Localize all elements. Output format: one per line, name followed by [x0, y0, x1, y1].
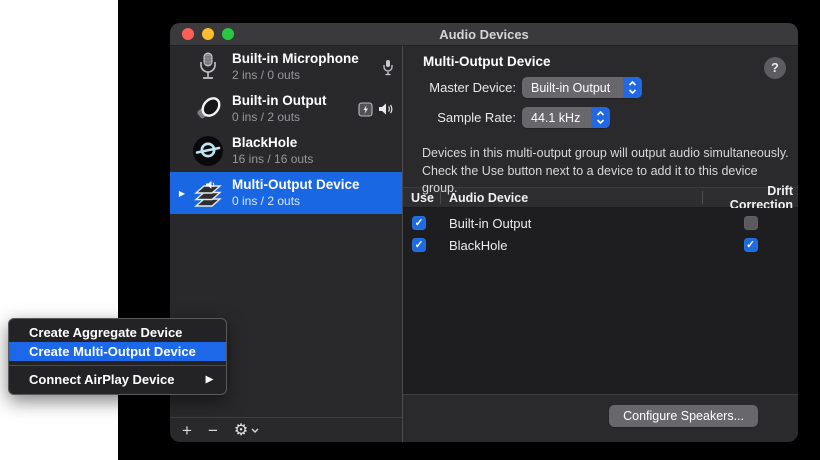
device-detail: 0 ins / 2 outs: [232, 194, 360, 209]
device-detail: 16 ins / 16 outs: [232, 152, 313, 167]
device-detail: 2 ins / 0 outs: [232, 68, 359, 83]
multi-output-icon: [188, 174, 228, 212]
remove-device-button[interactable]: −: [208, 422, 218, 439]
close-button[interactable]: [182, 28, 194, 40]
menu-separator: [9, 365, 226, 366]
device-name: Built-in Microphone: [232, 51, 359, 68]
sidebar-toolbar: + − ⚙: [170, 417, 402, 442]
create-device-context-menu: Create Aggregate Device Create Multi-Out…: [8, 318, 227, 395]
panel-title: Multi-Output Device: [423, 54, 551, 69]
sample-rate-label: Sample Rate:: [403, 110, 516, 125]
gear-icon: ⚙: [234, 420, 248, 440]
alert-output-badge-icon: [358, 102, 373, 117]
device-detail-panel: Multi-Output Device ? Master Device: Bui…: [403, 46, 798, 442]
device-controls: Multi-Output Device ? Master Device: Bui…: [403, 46, 798, 187]
disclosure-triangle-icon[interactable]: ▶: [176, 189, 188, 198]
default-output-badge-icon: [378, 102, 394, 116]
default-input-badge-icon: [382, 59, 394, 76]
speaker-icon: [188, 90, 228, 128]
window-title: Audio Devices: [439, 27, 529, 42]
blackhole-icon: [188, 132, 228, 170]
minimize-button[interactable]: [202, 28, 214, 40]
actions-menu-button[interactable]: ⚙: [234, 420, 259, 440]
master-device-value: Built-in Output: [522, 77, 623, 98]
sample-rate-popup[interactable]: 44.1 kHz: [522, 107, 610, 128]
microphone-icon: [188, 48, 228, 86]
use-checkbox[interactable]: [412, 216, 426, 230]
panel-footer: Configure Speakers...: [403, 394, 798, 442]
menu-item-connect-airplay-device[interactable]: Connect AirPlay Device ▶: [9, 370, 226, 389]
device-row-multi-output[interactable]: ▶ Multi-Output Devic: [170, 172, 402, 214]
device-row-blackhole[interactable]: BlackHole 16 ins / 16 outs: [170, 130, 402, 172]
add-device-button[interactable]: +: [182, 422, 192, 439]
popup-stepper-icon: [623, 77, 642, 98]
configure-speakers-button[interactable]: Configure Speakers...: [609, 405, 758, 427]
device-table: Built-in Output BlackHole: [403, 208, 798, 394]
device-name: Built-in Output: [232, 93, 326, 110]
group-description: Devices in this multi-output group will …: [422, 145, 790, 198]
zoom-button[interactable]: [222, 28, 234, 40]
submenu-arrow-icon: ▶: [206, 374, 213, 385]
menu-item-create-aggregate-device[interactable]: Create Aggregate Device: [9, 323, 226, 342]
device-row-built-in-microphone[interactable]: Built-in Microphone 2 ins / 0 outs: [170, 46, 402, 88]
help-button[interactable]: ?: [764, 57, 786, 79]
chevron-down-icon: [251, 428, 259, 433]
master-device-popup[interactable]: Built-in Output: [522, 77, 642, 98]
table-cell-device-name: BlackHole: [440, 238, 703, 253]
device-name: BlackHole: [232, 135, 313, 152]
drift-correction-checkbox[interactable]: [744, 216, 758, 230]
window-controls: [182, 28, 234, 40]
device-detail: 0 ins / 2 outs: [232, 110, 326, 125]
table-row-blackhole[interactable]: BlackHole: [403, 234, 798, 256]
popup-stepper-icon: [591, 107, 610, 128]
table-row-built-in-output[interactable]: Built-in Output: [403, 212, 798, 234]
device-name: Multi-Output Device: [232, 177, 360, 194]
titlebar[interactable]: Audio Devices: [170, 23, 798, 46]
question-mark-icon: ?: [771, 61, 779, 75]
device-row-built-in-output[interactable]: Built-in Output 0 ins / 2 outs: [170, 88, 402, 130]
sample-rate-value: 44.1 kHz: [522, 107, 591, 128]
master-device-label: Master Device:: [403, 80, 516, 95]
drift-correction-checkbox[interactable]: [744, 238, 758, 252]
audio-devices-window: Audio Devices: [170, 23, 798, 442]
menu-item-create-multi-output-device[interactable]: Create Multi-Output Device: [9, 342, 226, 361]
table-cell-device-name: Built-in Output: [440, 216, 703, 231]
use-checkbox[interactable]: [412, 238, 426, 252]
